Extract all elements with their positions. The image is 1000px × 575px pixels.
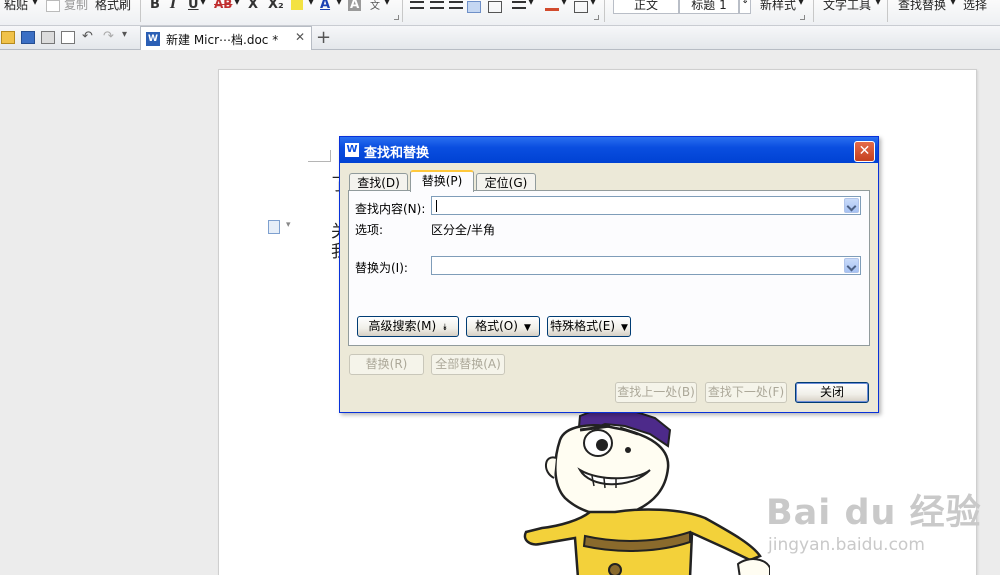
styles-dialog-launcher-icon[interactable]: [800, 15, 805, 20]
distributed-align-icon[interactable]: [488, 1, 502, 13]
redo-icon[interactable]: ↷: [103, 29, 117, 44]
format-label: 格式(O): [475, 319, 518, 333]
ribbon-separator: [140, 0, 141, 22]
highlight-dropdown-icon[interactable]: ▾: [308, 0, 314, 8]
underline-button[interactable]: U: [188, 0, 199, 12]
ribbon-separator: [604, 0, 605, 22]
phonetic-dropdown-icon[interactable]: ▾: [384, 0, 390, 8]
advanced-search-button[interactable]: 高级搜索(M) ⯯: [357, 316, 459, 337]
print-preview-icon[interactable]: [61, 31, 75, 44]
ribbon-separator: [813, 0, 814, 22]
paragraph-marker-dropdown-icon[interactable]: ▾: [286, 220, 291, 230]
dialog-close-icon[interactable]: ✕: [854, 141, 875, 162]
expand-icon: ⯯: [442, 323, 448, 333]
chevron-down-icon: ▼: [621, 323, 628, 333]
shading-icon[interactable]: [545, 1, 559, 11]
highlight-icon[interactable]: [291, 0, 303, 10]
document-tab[interactable]: W 新建 Micr⋯档.doc * ✕: [140, 26, 312, 50]
document-tab-bar: ↶ ↷ ▾ W 新建 Micr⋯档.doc * ✕ +: [0, 26, 1000, 50]
italic-button[interactable]: I: [170, 0, 176, 12]
find-history-dropdown-icon[interactable]: [844, 198, 859, 213]
dialog-title: 查找和替换: [364, 146, 430, 161]
paragraph-marker-icon[interactable]: [268, 220, 280, 234]
format-button[interactable]: 格式(O) ▼: [466, 316, 540, 337]
replace-all-button[interactable]: 全部替换(A): [431, 354, 505, 375]
underline-dropdown-icon[interactable]: ▾: [200, 0, 206, 8]
copy-button[interactable]: 复制: [64, 0, 88, 13]
close-tab-icon[interactable]: ✕: [295, 30, 305, 44]
strikethrough-button[interactable]: AB: [214, 0, 232, 11]
paste-dropdown-icon[interactable]: ▾: [32, 0, 38, 8]
paragraph-dialog-launcher-icon[interactable]: [594, 15, 599, 20]
new-tab-icon[interactable]: +: [316, 27, 331, 48]
ribbon-separator: [887, 0, 888, 22]
ribbon-toolbar: 粘贴 ▾ 复制 格式刷 B I U ▾ AB ▾ X X₂ ▾ A ▾ A 文 …: [0, 0, 1000, 26]
tab-replace[interactable]: 替换(P): [410, 170, 474, 192]
style-normal[interactable]: 正文: [613, 0, 679, 14]
borders-dropdown-icon[interactable]: ▾: [590, 0, 596, 8]
text-cursor: [436, 200, 437, 212]
advanced-search-label: 高级搜索(M): [368, 319, 437, 333]
new-style-button[interactable]: 新样式: [760, 0, 796, 13]
ribbon-separator: [402, 0, 403, 22]
replace-with-combobox[interactable]: [431, 256, 861, 275]
margin-corner-mark: [308, 161, 331, 162]
font-color-dropdown-icon[interactable]: ▾: [336, 0, 342, 8]
select-button[interactable]: 选择: [963, 0, 987, 13]
bold-button[interactable]: B: [150, 0, 160, 12]
undo-icon[interactable]: ↶: [82, 29, 96, 44]
font-dialog-launcher-icon[interactable]: [394, 15, 399, 20]
save-icon[interactable]: [21, 31, 35, 44]
superscript-button[interactable]: X: [248, 0, 258, 12]
options-label: 选项:: [355, 223, 384, 237]
replace-button[interactable]: 替换(R): [349, 354, 424, 375]
find-what-label: 查找内容(N):: [355, 202, 426, 216]
align-right-icon[interactable]: [449, 1, 463, 9]
replace-with-label: 替换为(I):: [355, 261, 408, 275]
style-scroll-icon[interactable]: ⇕: [739, 0, 751, 14]
shading-dropdown-icon[interactable]: ▾: [561, 0, 567, 8]
find-previous-button[interactable]: 查找上一处(B): [615, 382, 697, 403]
find-replace-dialog: W 查找和替换 ✕ 查找(D) 替换(P) 定位(G) 查找内容(N): 选项:…: [339, 136, 879, 413]
paste-button[interactable]: 粘贴: [4, 0, 28, 13]
word-doc-icon: W: [146, 32, 160, 46]
strike-dropdown-icon[interactable]: ▾: [234, 0, 240, 8]
find-replace-button[interactable]: 查找替换: [898, 0, 946, 13]
print-icon[interactable]: [41, 31, 55, 44]
watermark-url: jingyan.baidu.com: [768, 535, 925, 555]
options-value: 区分全/半角: [431, 223, 496, 237]
style-heading1[interactable]: 标题 1: [679, 0, 739, 14]
find-what-combobox[interactable]: [431, 196, 861, 215]
close-button[interactable]: 关闭: [795, 382, 869, 403]
align-center-icon[interactable]: [430, 1, 444, 9]
text-tools-button[interactable]: 文字工具: [823, 0, 871, 13]
find-replace-dropdown-icon[interactable]: ▾: [950, 0, 956, 8]
special-format-button[interactable]: 特殊格式(E) ▼: [547, 316, 631, 337]
wps-app-icon: W: [345, 143, 359, 157]
format-painter-button[interactable]: 格式刷: [95, 0, 131, 13]
line-spacing-dropdown-icon[interactable]: ▾: [528, 0, 534, 8]
find-next-button[interactable]: 查找下一处(F): [705, 382, 787, 403]
open-folder-icon[interactable]: [1, 31, 15, 44]
copy-icon: [46, 0, 60, 12]
borders-icon[interactable]: [574, 1, 588, 13]
align-left-icon[interactable]: [410, 1, 424, 9]
phonetic-guide-button[interactable]: 文: [370, 0, 380, 12]
font-color-button[interactable]: A: [320, 0, 330, 12]
cartoon-illustration: [523, 408, 770, 575]
quick-access-customize-icon[interactable]: ▾: [122, 29, 136, 42]
subscript-button[interactable]: X₂: [268, 0, 284, 12]
char-shading-button[interactable]: A: [348, 0, 362, 11]
replace-history-dropdown-icon[interactable]: [844, 258, 859, 273]
line-spacing-icon[interactable]: [512, 1, 526, 9]
chevron-down-icon: ▼: [523, 323, 531, 333]
new-style-dropdown-icon[interactable]: ▾: [798, 0, 804, 8]
watermark-logo: Bai du 经验: [766, 493, 982, 533]
justify-icon[interactable]: [467, 1, 481, 13]
document-tab-label: 新建 Micr⋯档.doc *: [166, 33, 279, 47]
dialog-titlebar[interactable]: W 查找和替换 ✕: [340, 137, 878, 163]
special-format-label: 特殊格式(E): [550, 319, 616, 333]
text-tools-dropdown-icon[interactable]: ▾: [875, 0, 881, 8]
